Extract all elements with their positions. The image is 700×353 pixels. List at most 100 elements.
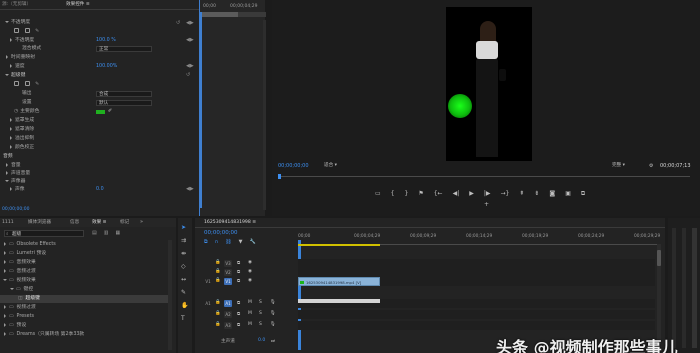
lock-icon[interactable]: 🔒: [215, 311, 221, 316]
master-volume[interactable]: 0.0: [258, 338, 265, 343]
compare-icon[interactable]: ▣: [565, 190, 571, 198]
step-forward-icon[interactable]: |▶: [484, 190, 491, 198]
keyframe-nav-icon[interactable]: ◀▶: [186, 20, 194, 26]
lock-icon[interactable]: 🔒: [215, 278, 221, 283]
output-select[interactable]: 合成: [96, 91, 152, 97]
opacity-header[interactable]: 不透明度: [11, 20, 30, 25]
track-label[interactable]: A3: [224, 322, 232, 329]
effects-tree-item[interactable]: ▭ 视频过渡: [0, 304, 170, 312]
eye-icon[interactable]: ◉: [248, 278, 252, 283]
clip-bar[interactable]: [202, 12, 238, 17]
expand-arrow-icon[interactable]: [3, 278, 7, 281]
sequence-tab[interactable]: 1625309414831998 ≡: [204, 218, 256, 227]
timeline-settings-icon[interactable]: 🔧: [249, 239, 255, 245]
32bit-effects-icon[interactable]: ▥: [104, 230, 109, 236]
mute-icon[interactable]: M: [248, 311, 252, 316]
v1-clip[interactable]: 1625309414831998.mp4 [V]: [298, 277, 380, 286]
effects-tree-item[interactable]: ▭ Lumetri 预设: [0, 250, 170, 258]
effects-tree-item[interactable]: ▭ Presets: [0, 313, 170, 321]
media-browser-tab[interactable]: 媒体浏览器: [28, 218, 51, 227]
sync-icon[interactable]: ⧉: [237, 300, 240, 306]
reset-icon[interactable]: ↺: [176, 20, 180, 26]
source-patch-a1[interactable]: A1: [204, 300, 212, 307]
video-track-lane[interactable]: [298, 259, 655, 268]
blend-mode-select[interactable]: 正常: [96, 46, 152, 52]
solo-icon[interactable]: S: [259, 322, 262, 327]
video-track-header[interactable]: 🔒 V1 ⧉ ◉: [215, 277, 295, 286]
mark-in-icon[interactable]: {: [391, 190, 395, 198]
mask-cleanup[interactable]: 遮罩清除: [15, 127, 34, 132]
timeline-playhead[interactable]: [298, 240, 301, 350]
step-back-icon[interactable]: ◀|: [453, 190, 460, 198]
effects-tree-item[interactable]: ▭ Dreams（只属转场 第2季33款: [0, 331, 170, 339]
sync-icon[interactable]: ⧉: [237, 311, 240, 317]
rect-mask-icon[interactable]: [24, 28, 30, 33]
video-track-lane[interactable]: [298, 268, 655, 277]
track-label[interactable]: V1: [224, 278, 232, 285]
key-color-swatch[interactable]: [96, 110, 105, 114]
playhead-line[interactable]: [200, 12, 202, 208]
track-label[interactable]: V3: [224, 260, 232, 267]
quality-select[interactable]: 完整 ▾: [610, 163, 640, 169]
expand-arrow-icon[interactable]: [10, 287, 14, 290]
timeline-scroll-thumb[interactable]: [657, 250, 661, 266]
ec-timecode[interactable]: 00;00;00;00: [2, 207, 29, 212]
panel-menu-icon[interactable]: »: [140, 219, 143, 225]
ellipse-mask-icon-2[interactable]: [14, 81, 19, 86]
slip-tool-icon[interactable]: ↔: [181, 276, 188, 283]
track-label[interactable]: V2: [224, 269, 232, 276]
source-tab[interactable]: 源:（无剪辑）: [2, 0, 31, 9]
effects-tree-item[interactable]: ▭ 预设: [0, 322, 170, 330]
channel-volume-header[interactable]: 声道音量: [11, 171, 30, 176]
program-timecode[interactable]: 00;00;00;00: [278, 163, 309, 169]
video-track-header[interactable]: 🔒 V2 ⧉ ◉: [215, 268, 295, 277]
lock-icon[interactable]: 🔒: [215, 300, 221, 305]
type-tool-icon[interactable]: T: [181, 315, 188, 322]
expand-arrow-icon[interactable]: [4, 241, 6, 246]
effects-tree-item[interactable]: ▭ Obsolete Effects: [0, 241, 170, 249]
effects-scrollbar[interactable]: [168, 240, 172, 350]
time-remap-header[interactable]: 时间重映射: [11, 55, 35, 60]
opacity-value[interactable]: 100.0 %: [96, 37, 116, 45]
effects-tree-item[interactable]: ◫ 超级键: [0, 295, 170, 303]
master-end-icon[interactable]: ⏭: [271, 338, 275, 344]
sync-icon[interactable]: ⧉: [237, 322, 240, 328]
expand-arrow-icon[interactable]: [4, 304, 6, 309]
linked-select-icon[interactable]: ⛓: [225, 239, 231, 245]
audio-track-header[interactable]: 🔒 A2 ⧉ M S 🎙: [215, 310, 295, 319]
volume-header[interactable]: 音量: [11, 163, 21, 168]
expand-arrow-icon[interactable]: [4, 268, 6, 273]
sync-icon[interactable]: ⧉: [237, 269, 240, 275]
track-select-tool-icon[interactable]: ⇉: [181, 237, 188, 244]
work-area-bar[interactable]: [298, 244, 380, 246]
effects-tab[interactable]: 效果 ≡: [92, 218, 107, 227]
accelerated-effects-icon[interactable]: ▤: [92, 230, 97, 236]
safe-margins-icon[interactable]: ▭: [375, 190, 381, 198]
selection-tool-icon[interactable]: ➤: [181, 224, 188, 231]
ripple-edit-tool-icon[interactable]: ⇹: [181, 250, 188, 257]
vr-icon[interactable]: ⧉: [581, 190, 585, 198]
markers-tab[interactable]: 标记: [120, 218, 129, 227]
eye-icon[interactable]: ◉: [248, 269, 252, 274]
mark-out-icon[interactable]: }: [405, 190, 409, 198]
yuv-effects-icon[interactable]: ▦: [115, 230, 120, 236]
audio-track-header[interactable]: 🔒 A3 ⧉ M S 🎙: [215, 321, 295, 330]
speed-value[interactable]: 100.00%: [96, 63, 117, 71]
go-to-in-icon[interactable]: {←: [434, 190, 443, 198]
scrub-bar[interactable]: [278, 176, 690, 177]
audio-track-header[interactable]: 🔒 A1 ⧉ M S 🎙: [215, 299, 295, 308]
stopwatch-icon[interactable]: ◷: [14, 109, 18, 114]
mute-icon[interactable]: M: [248, 322, 252, 327]
pan-value[interactable]: 0.0: [96, 186, 104, 194]
camera-icon[interactable]: ◙: [549, 190, 555, 198]
effects-tree-item[interactable]: ▭ 音频效果: [0, 259, 170, 267]
expand-arrow-icon[interactable]: [4, 322, 6, 327]
sync-icon[interactable]: ⧉: [237, 260, 240, 266]
pen-tool-icon[interactable]: ✎: [181, 289, 188, 296]
marker-icon[interactable]: ⚑: [418, 190, 423, 198]
mic-icon[interactable]: 🎙: [270, 322, 276, 327]
expand-arrow-icon[interactable]: [4, 331, 6, 336]
lift-icon[interactable]: ⇞: [519, 190, 524, 198]
mask-generation[interactable]: 遮罩生成: [15, 118, 34, 123]
wrench-icon[interactable]: ⚙: [649, 163, 653, 169]
